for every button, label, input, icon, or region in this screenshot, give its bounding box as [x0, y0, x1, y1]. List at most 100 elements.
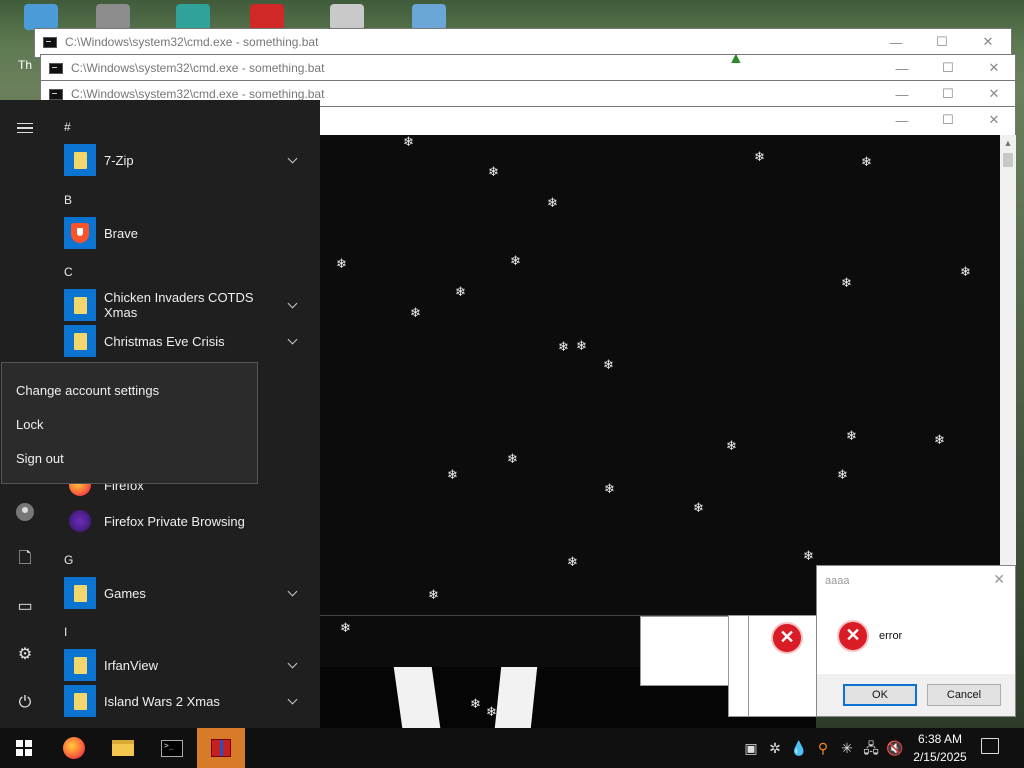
- documents-icon[interactable]: 🗋: [14, 548, 36, 570]
- close-button[interactable]: ✕: [971, 107, 1017, 133]
- minimize-button[interactable]: —: [873, 29, 919, 55]
- chevron-down-icon[interactable]: [287, 153, 298, 163]
- error-dialog-behind[interactable]: ✕: [748, 615, 818, 717]
- snowflake-icon: ❄: [604, 481, 615, 496]
- snowflake-icon: ❄: [934, 432, 945, 447]
- network-icon[interactable]: 🖧: [859, 728, 883, 768]
- app-7zip[interactable]: 7-Zip: [64, 144, 310, 176]
- group-header-hash[interactable]: #: [64, 120, 71, 134]
- desktop-icon-2[interactable]: [96, 4, 130, 30]
- folder-icon: [64, 144, 96, 176]
- app-firefox-private[interactable]: Firefox Private Browsing: [64, 505, 310, 537]
- app-irfanview[interactable]: IrfanView: [64, 649, 310, 681]
- snowflake-icon: ❄: [576, 338, 587, 353]
- settings-icon[interactable]: ⚙: [14, 644, 36, 666]
- desktop-icon-1[interactable]: [24, 4, 58, 30]
- app-christmas-eve-crisis[interactable]: Christmas Eve Crisis: [64, 325, 310, 357]
- snowflake-icon: ❄: [507, 451, 518, 466]
- minimize-button[interactable]: —: [879, 81, 925, 107]
- desktop-icon-6[interactable]: [412, 4, 446, 30]
- app-label: Christmas Eve Crisis: [104, 333, 225, 349]
- cancel-button[interactable]: Cancel: [927, 684, 1001, 706]
- desktop-icon-3[interactable]: [176, 4, 210, 30]
- maximize-button[interactable]: ☐: [925, 55, 971, 81]
- cmd-titlebar[interactable]: C:\Windows\system32\cmd.exe - something.…: [41, 55, 1015, 81]
- scroll-up-arrow-icon[interactable]: ▲: [1000, 135, 1016, 151]
- snowflake-icon: ❄: [693, 500, 704, 515]
- cmd-titlebar[interactable]: C:\Windows\system32\cmd.exe - something.…: [35, 29, 1011, 55]
- app-island-wars[interactable]: Island Wars 2 Xmas: [64, 685, 310, 717]
- snowflake-icon: ❄: [567, 554, 578, 569]
- notification-center-icon[interactable]: [981, 738, 999, 754]
- group-header-g[interactable]: G: [64, 553, 73, 567]
- maximize-button[interactable]: ☐: [925, 107, 971, 133]
- close-button[interactable]: ✕: [971, 81, 1017, 107]
- snowflake-icon[interactable]: ✳: [835, 728, 859, 768]
- network-share-icon[interactable]: ✲: [763, 728, 787, 768]
- close-button[interactable]: ✕: [965, 29, 1011, 55]
- menu-item-sign-out[interactable]: Sign out: [16, 451, 64, 466]
- group-header-c[interactable]: C: [64, 265, 73, 279]
- taskbar-file-explorer[interactable]: [99, 728, 147, 768]
- app-chicken-invaders[interactable]: Chicken Invaders COTDS Xmas: [64, 289, 310, 321]
- maximize-button[interactable]: ☐: [919, 29, 965, 55]
- user-avatar-icon[interactable]: [16, 503, 34, 521]
- antivirus-icon[interactable]: ▣: [739, 728, 763, 768]
- snowflake-icon: ❄: [428, 587, 439, 602]
- taskbar-firefox[interactable]: [50, 728, 98, 768]
- scroll-thumb[interactable]: [1003, 153, 1013, 167]
- folder-icon: [64, 325, 96, 357]
- pictures-icon[interactable]: ▭: [14, 596, 36, 618]
- chevron-down-icon[interactable]: [287, 298, 298, 308]
- cmd-window-title: C:\Windows\system32\cmd.exe - something.…: [71, 87, 325, 101]
- cmd-icon: >_: [161, 739, 183, 757]
- ok-button[interactable]: OK: [843, 684, 917, 706]
- tree-icon: ▲: [728, 50, 744, 67]
- desktop-icon-5[interactable]: [330, 4, 364, 30]
- console-scrollbar[interactable]: ▲: [1000, 135, 1016, 615]
- start-button[interactable]: [0, 728, 48, 768]
- file-explorer-icon: [112, 740, 134, 756]
- cmd-window-title: C:\Windows\system32\cmd.exe - something.…: [65, 35, 319, 49]
- volume-muted-icon[interactable]: 🔇: [883, 728, 907, 768]
- folder-icon: [64, 685, 96, 717]
- power-icon[interactable]: ⏻: [14, 692, 36, 714]
- menu-item-change-account-settings[interactable]: Change account settings: [16, 383, 159, 398]
- app-games[interactable]: Games: [64, 577, 310, 609]
- search-tray-icon[interactable]: ⚲: [811, 728, 835, 768]
- snowflake-icon: ❄: [403, 135, 414, 149]
- app-label: Island Wars 2 Xmas: [104, 693, 220, 709]
- taskbar-cmd[interactable]: >_: [148, 728, 196, 768]
- group-header-i[interactable]: I: [64, 625, 67, 639]
- taskbar-gift-app[interactable]: [197, 728, 245, 768]
- minimize-button[interactable]: —: [879, 107, 925, 133]
- snowflake-icon: ❄: [486, 704, 497, 719]
- close-icon[interactable]: ✕: [993, 571, 1005, 588]
- snowflake-icon: ❄: [447, 467, 458, 482]
- maximize-button[interactable]: ☐: [925, 81, 971, 107]
- hamburger-icon[interactable]: [17, 123, 33, 133]
- chevron-down-icon[interactable]: [287, 694, 298, 704]
- chevron-down-icon[interactable]: [287, 334, 298, 344]
- stripe-decoration: [494, 667, 538, 728]
- chevron-down-icon[interactable]: [287, 658, 298, 668]
- desktop-icon-4[interactable]: [250, 4, 284, 30]
- error-dialog-behind[interactable]: [640, 616, 730, 686]
- snowflake-icon: ❄: [455, 284, 466, 299]
- minimize-button[interactable]: —: [879, 55, 925, 81]
- windows-logo-icon: [16, 740, 32, 756]
- close-button[interactable]: ✕: [971, 55, 1017, 81]
- firefox-icon: [63, 737, 85, 759]
- app-label: IrfanView: [104, 657, 158, 673]
- error-dialog: aaaa ✕ ✕ error OK Cancel: [816, 565, 1016, 717]
- menu-item-lock[interactable]: Lock: [16, 417, 43, 432]
- group-header-b[interactable]: B: [64, 193, 72, 207]
- chevron-down-icon[interactable]: [287, 586, 298, 596]
- snowflake-icon: ❄: [558, 339, 569, 354]
- system-clock[interactable]: 6:38 AM 2/15/2025: [908, 730, 972, 766]
- desktop-icon-label: Th: [18, 58, 33, 72]
- droplet-icon[interactable]: 💧: [787, 728, 811, 768]
- error-icon: ✕: [771, 622, 803, 654]
- snowflake-icon: ❄: [410, 305, 421, 320]
- app-brave[interactable]: Brave: [64, 217, 310, 249]
